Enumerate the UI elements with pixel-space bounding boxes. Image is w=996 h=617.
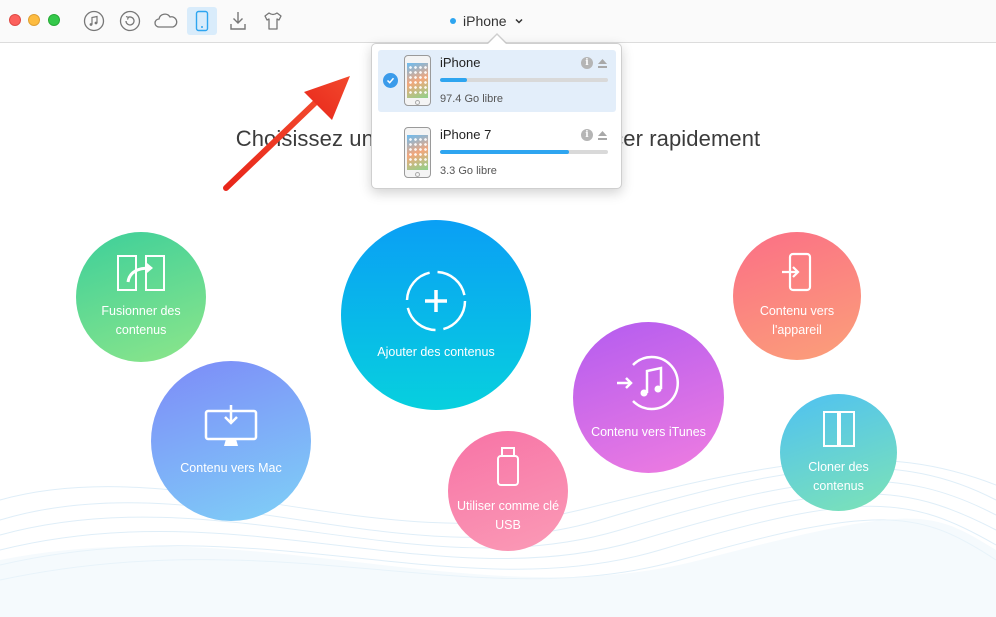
- annotation-arrow-icon: [223, 76, 350, 191]
- device-icon: [195, 10, 209, 32]
- shirt-icon: [264, 12, 282, 30]
- add-content-label: Ajouter des contenus: [377, 344, 495, 359]
- device-selector-label: iPhone: [463, 13, 507, 29]
- info-icon[interactable]: i: [581, 57, 593, 69]
- clone-content-button[interactable]: Cloner des contenus: [780, 394, 897, 511]
- storage-bar-fill: [440, 78, 467, 82]
- content-to-device-label: Contenu vers l'appareil: [759, 304, 835, 337]
- device-row-iphone-7[interactable]: iPhone 7 i 3.3 Go libre: [378, 122, 616, 184]
- device-free-space: 3.3 Go libre: [440, 165, 497, 177]
- window-maximize-button[interactable]: [48, 14, 60, 26]
- checkmark-icon: [383, 73, 398, 88]
- usb-drive-icon: [497, 447, 519, 486]
- itunes-transfer-icon: [616, 355, 679, 411]
- icloud-button[interactable]: [151, 7, 181, 35]
- device-name: iPhone: [440, 55, 481, 70]
- content-to-device-button[interactable]: Contenu vers l'appareil: [733, 232, 861, 360]
- backup-restore-button[interactable]: [115, 7, 145, 35]
- iphone-thumbnail-icon: [404, 127, 431, 178]
- mac-monitor-icon: [204, 404, 258, 446]
- clone-phones-icon: [822, 410, 855, 447]
- device-dropdown: iPhone i 97.4 Go libre iPhone 7 i 3.3 Go…: [371, 43, 622, 189]
- app-window: iPhone Choisissez un raccourci pour comm…: [0, 0, 996, 617]
- itunes-library-icon: [83, 10, 105, 32]
- device-selector[interactable]: iPhone: [450, 10, 524, 32]
- backup-restore-icon: [119, 10, 141, 32]
- connected-dot-icon: [450, 18, 456, 24]
- storage-bar: [440, 78, 608, 82]
- storage-bar: [440, 150, 608, 154]
- merge-content-label: Fusionner des contenus: [101, 304, 181, 337]
- chevron-down-icon: [515, 18, 523, 24]
- storage-bar-fill: [440, 150, 570, 154]
- phone-import-icon: [782, 252, 812, 292]
- download-icon: [230, 12, 246, 30]
- content-to-mac-button[interactable]: Contenu vers Mac: [151, 361, 311, 521]
- device-name: iPhone 7: [440, 127, 492, 142]
- merge-content-button[interactable]: Fusionner des contenus: [76, 232, 206, 362]
- iphone-thumbnail-icon: [404, 55, 431, 106]
- icloud-icon: [154, 13, 178, 28]
- device-free-space: 97.4 Go libre: [440, 93, 503, 105]
- content-to-itunes-button[interactable]: Contenu vers iTunes: [573, 322, 724, 473]
- eject-icon[interactable]: [597, 58, 608, 69]
- device-button[interactable]: [187, 7, 217, 35]
- content-to-itunes-label: Contenu vers iTunes: [591, 425, 706, 439]
- window-close-button[interactable]: [9, 14, 21, 26]
- window-minimize-button[interactable]: [28, 14, 40, 26]
- clone-content-label: Cloner des contenus: [808, 459, 869, 493]
- download-button[interactable]: [223, 7, 253, 35]
- usb-drive-label: Utiliser comme clé USB: [456, 499, 560, 532]
- eject-icon[interactable]: [597, 130, 608, 141]
- itunes-library-button[interactable]: [79, 7, 109, 35]
- content-to-mac-label: Contenu vers Mac: [180, 460, 282, 475]
- add-circle-icon: [405, 270, 467, 331]
- merge-icon: [117, 255, 165, 291]
- toolbox-button[interactable]: [258, 7, 288, 35]
- device-row-iphone[interactable]: iPhone i 97.4 Go libre: [378, 50, 616, 112]
- dropdown-pointer-inner: [487, 35, 507, 45]
- usb-drive-button[interactable]: Utiliser comme clé USB: [448, 431, 568, 551]
- info-icon[interactable]: i: [581, 129, 593, 141]
- add-content-button[interactable]: Ajouter des contenus: [341, 220, 531, 410]
